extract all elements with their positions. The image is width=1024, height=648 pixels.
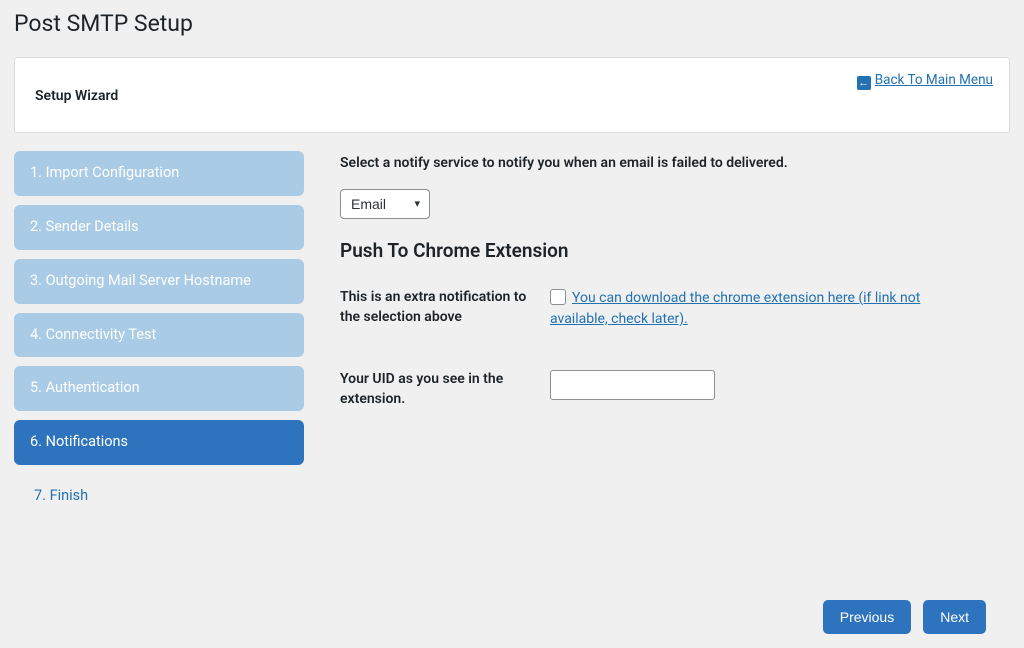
step-sender-details[interactable]: 2. Sender Details — [14, 205, 304, 250]
page-title: Post SMTP Setup — [0, 0, 1024, 57]
uid-row: Your UID as you see in the extension. — [340, 370, 980, 409]
step-connectivity-test[interactable]: 4. Connectivity Test — [14, 313, 304, 358]
step-outgoing-hostname[interactable]: 3. Outgoing Mail Server Hostname — [14, 259, 304, 304]
wizard-steps-nav: 1. Import Configuration 2. Sender Detail… — [14, 151, 304, 528]
uid-input[interactable] — [550, 370, 715, 400]
chrome-extension-heading: Push To Chrome Extension — [340, 239, 980, 262]
step-import-configuration[interactable]: 1. Import Configuration — [14, 151, 304, 196]
instruction-text: Select a notify service to notify you wh… — [340, 155, 980, 171]
back-to-main-link[interactable]: Back To Main Menu — [875, 72, 993, 88]
extra-notification-row: This is an extra notification to the sel… — [340, 288, 980, 330]
setup-wizard-label: Setup Wizard — [35, 76, 989, 104]
chrome-extension-download-link[interactable]: You can download the chrome extension he… — [550, 290, 920, 327]
step-notifications[interactable]: 6. Notifications — [14, 420, 304, 465]
back-to-main-wrapper: ← Back To Main Menu — [857, 72, 993, 90]
uid-label: Your UID as you see in the extension. — [340, 370, 550, 409]
wizard-nav-buttons: Previous Next — [823, 600, 986, 634]
next-button[interactable]: Next — [923, 600, 986, 634]
extension-download-checkbox[interactable] — [550, 289, 566, 305]
step-finish[interactable]: 7. Finish — [14, 474, 304, 519]
wizard-content-panel: Select a notify service to notify you wh… — [322, 151, 1010, 449]
back-arrow-icon: ← — [857, 76, 871, 90]
wizard-header-card: ← Back To Main Menu Setup Wizard — [14, 57, 1010, 133]
step-authentication[interactable]: 5. Authentication — [14, 366, 304, 411]
notify-service-select[interactable]: Email — [340, 189, 430, 219]
previous-button[interactable]: Previous — [823, 600, 911, 634]
extra-notification-label: This is an extra notification to the sel… — [340, 288, 550, 330]
